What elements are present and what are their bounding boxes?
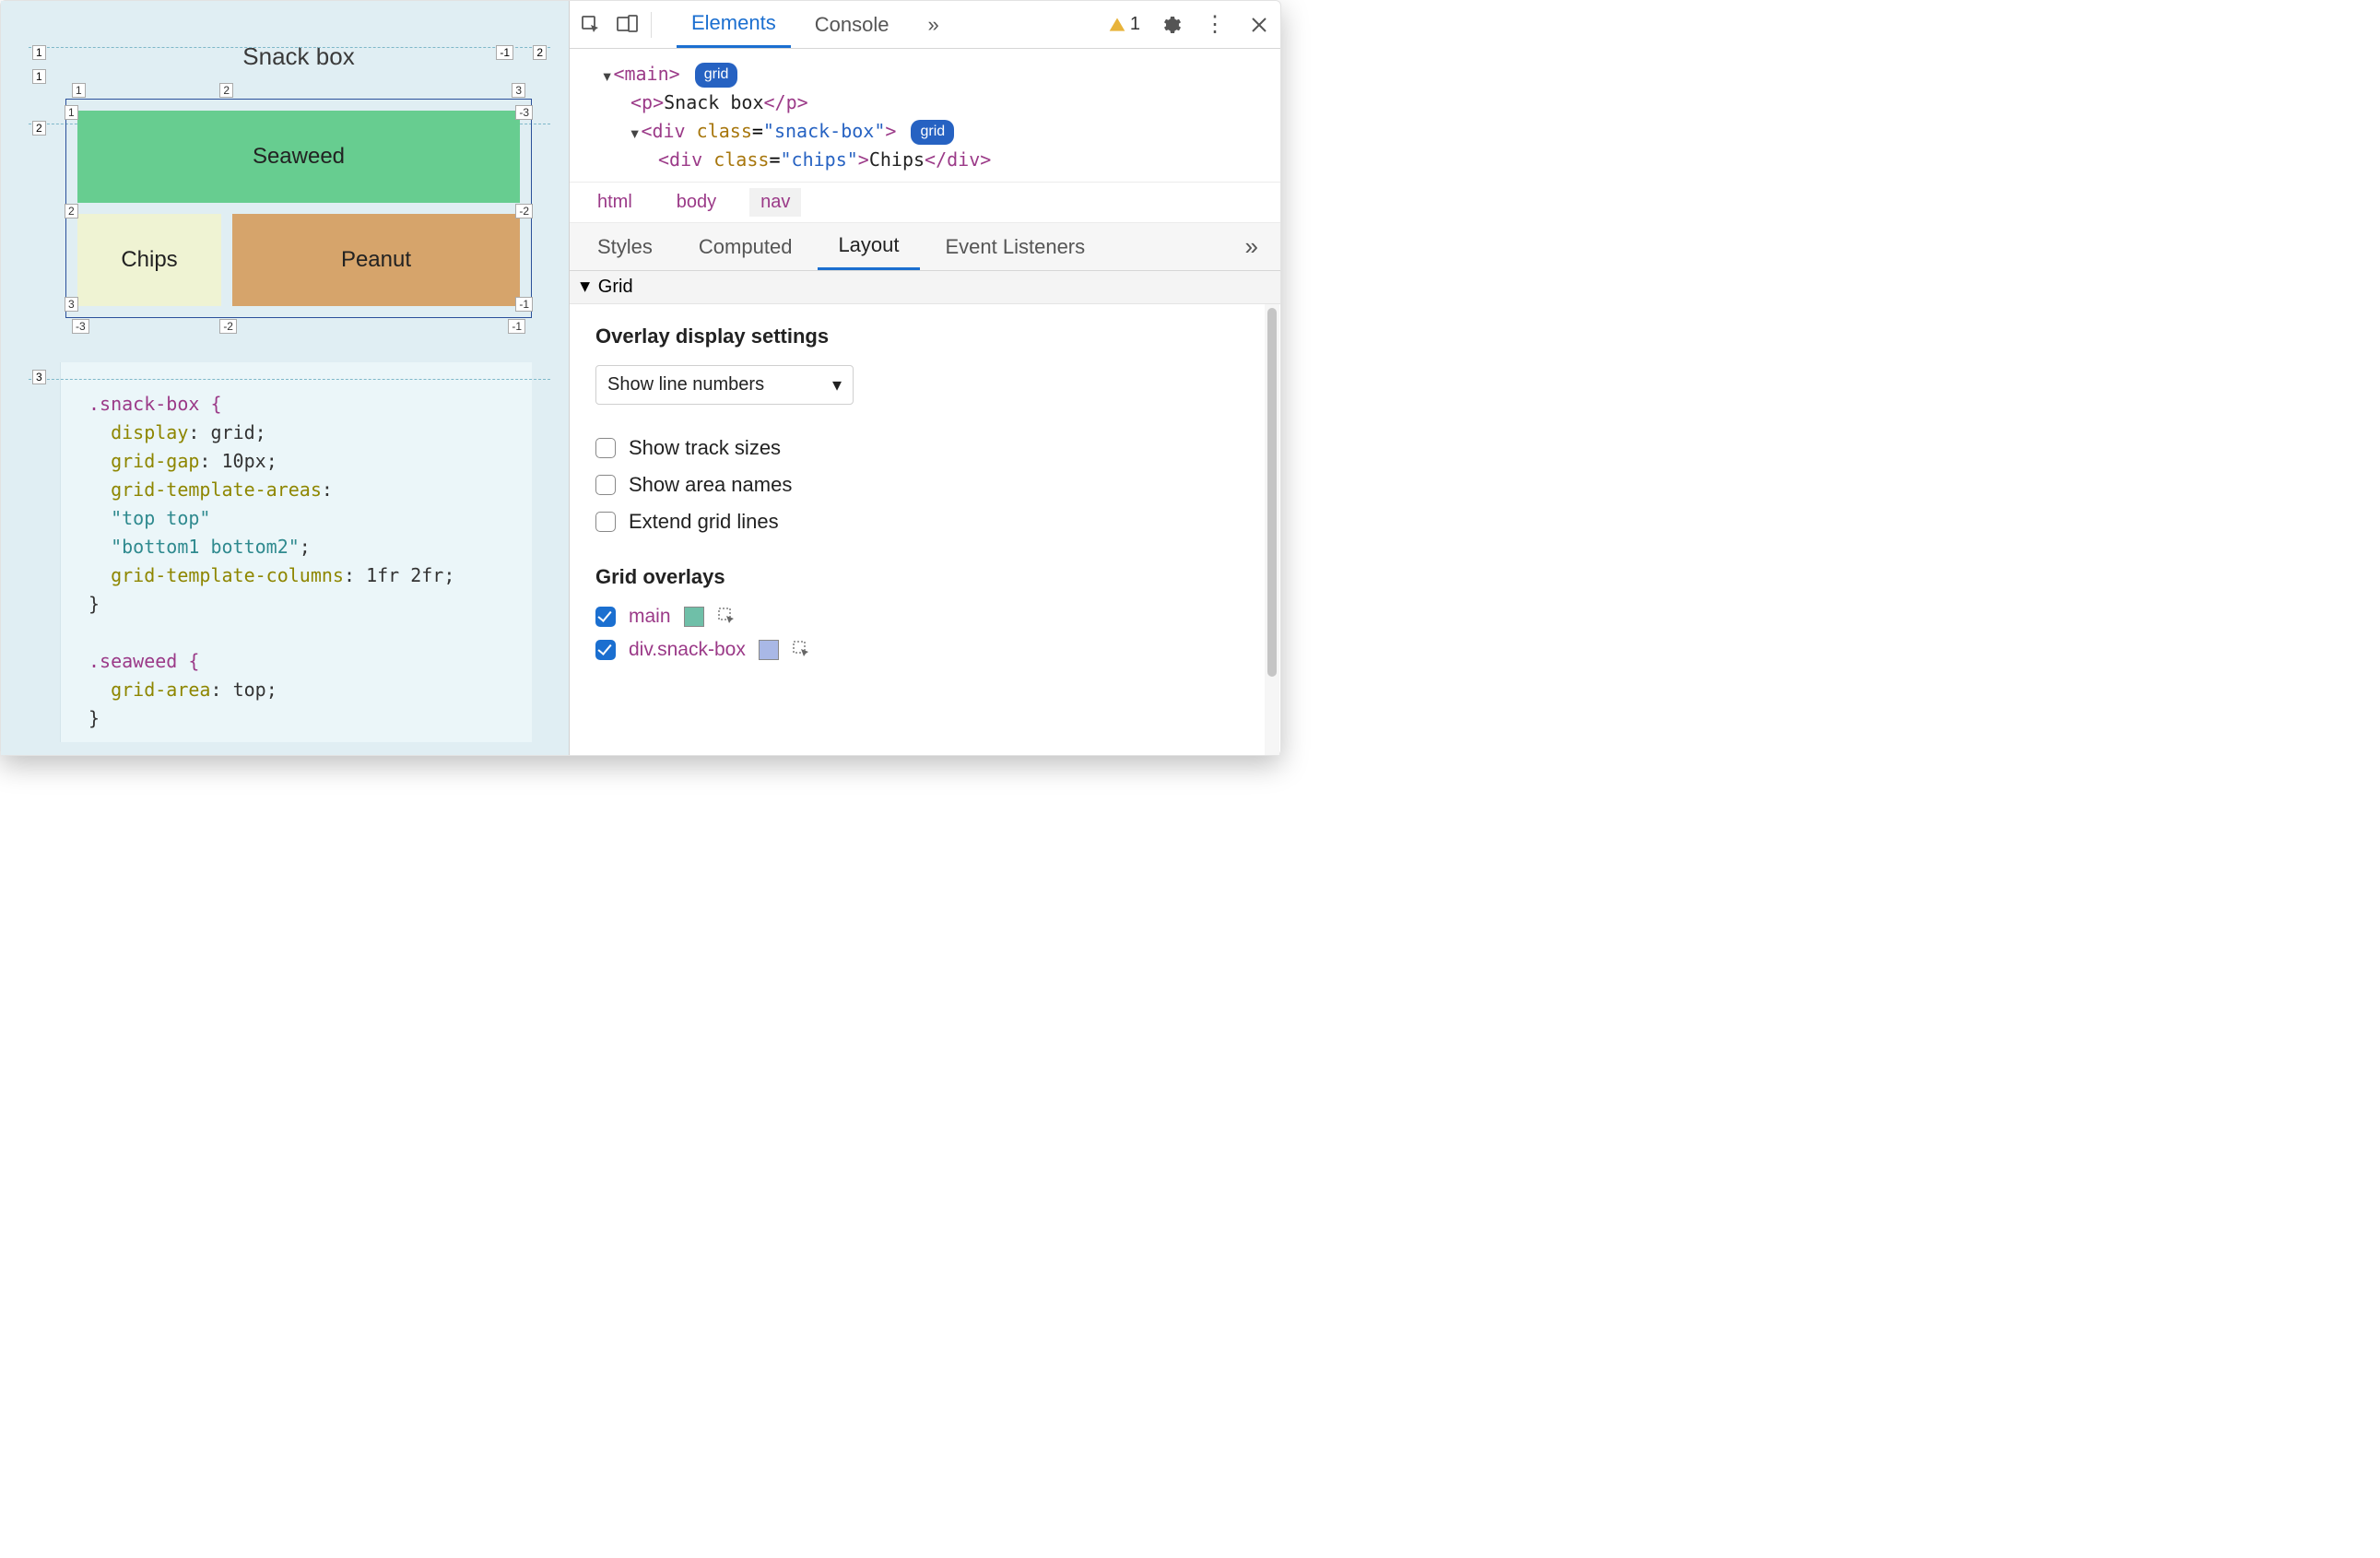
grid-section-header[interactable]: ▶Grid	[570, 271, 1280, 304]
grid-section-title: Grid	[598, 277, 633, 298]
grid-cell-peanut: Peanut	[232, 214, 520, 306]
grid-line-number: 3	[65, 297, 78, 312]
snack-box-grid: 1 2 3 1 2 3 -3 -2 -1 -3 -2 -1 Seaweed Ch…	[65, 99, 532, 318]
grid-overlays-heading: Grid overlays	[595, 565, 1255, 589]
breadcrumb: html body nav	[570, 182, 1280, 223]
subtab-styles[interactable]: Styles	[577, 223, 673, 270]
subtab-layout[interactable]: Layout	[818, 223, 919, 270]
grid-line-number: 2	[219, 83, 233, 98]
breadcrumb-body[interactable]: body	[666, 188, 727, 217]
grid-line-number: 2	[32, 121, 46, 136]
scrollbar[interactable]	[1265, 304, 1279, 755]
tabs-overflow[interactable]: »	[913, 1, 953, 48]
grid-line-number: 2	[65, 204, 78, 218]
grid-line-number: -3	[515, 105, 533, 120]
subtab-event-listeners[interactable]: Event Listeners	[925, 223, 1106, 270]
subtabs-overflow[interactable]: »	[1231, 232, 1273, 261]
css-code-block: .snack-box { display: grid; grid-gap: 10…	[60, 362, 532, 742]
grid-line-number: 3	[512, 83, 525, 98]
grid-line-number: -1	[508, 319, 525, 334]
checkbox-extend-grid-lines[interactable]: Extend grid lines	[595, 510, 1255, 534]
warning-badge[interactable]: 1	[1108, 14, 1140, 35]
grid-line-number: 2	[533, 45, 547, 60]
overlay-settings-heading: Overlay display settings	[595, 325, 1255, 348]
breadcrumb-html[interactable]: html	[586, 188, 643, 217]
checkbox-show-track-sizes[interactable]: Show track sizes	[595, 436, 1255, 460]
warning-count: 1	[1130, 14, 1140, 35]
tab-elements[interactable]: Elements	[677, 1, 791, 48]
grid-line-number: 1	[65, 105, 78, 120]
inspect-icon[interactable]	[577, 11, 605, 39]
grid-cell-chips: Chips	[77, 214, 221, 306]
grid-line-number: 1	[72, 83, 86, 98]
grid-cell-seaweed: Seaweed	[77, 111, 520, 203]
checkbox-icon	[595, 607, 616, 627]
checkbox-show-area-names[interactable]: Show area names	[595, 473, 1255, 497]
grid-line-number: -3	[72, 319, 89, 334]
checkbox-label: Show area names	[629, 473, 792, 497]
overlay-name: div.snack-box	[629, 639, 746, 661]
select-value: Show line numbers	[607, 374, 764, 395]
checkbox-icon	[595, 475, 616, 495]
grid-line-number: -1	[496, 45, 513, 60]
grid-overlay-main[interactable]: main	[595, 606, 1255, 628]
chevron-down-icon: ▾	[832, 373, 842, 396]
checkbox-label: Extend grid lines	[629, 510, 779, 534]
line-numbers-select[interactable]: Show line numbers ▾	[595, 365, 854, 405]
tab-console[interactable]: Console	[800, 1, 904, 48]
devtools-panel: Elements Console » 1 ⋮ ▶<main> grid <p>S…	[569, 1, 1280, 755]
styles-subtabs: Styles Computed Layout Event Listeners »	[570, 223, 1280, 271]
checkbox-icon	[595, 640, 616, 660]
grid-line-number: 1	[32, 45, 46, 60]
subtab-computed[interactable]: Computed	[678, 223, 813, 270]
color-swatch[interactable]	[684, 607, 704, 627]
devtools-tabbar: Elements Console » 1 ⋮	[570, 1, 1280, 49]
highlight-icon[interactable]	[792, 640, 812, 660]
grid-line-number: 3	[32, 370, 46, 384]
highlight-icon[interactable]	[717, 607, 737, 627]
close-icon[interactable]	[1245, 11, 1273, 39]
checkbox-label: Show track sizes	[629, 436, 781, 460]
checkbox-icon	[595, 512, 616, 532]
kebab-menu-icon[interactable]: ⋮	[1201, 11, 1229, 39]
checkbox-icon	[595, 438, 616, 458]
grid-line-number: 1	[32, 69, 46, 84]
grid-line-number: -2	[515, 204, 533, 218]
layout-grid-section: Overlay display settings Show line numbe…	[570, 304, 1280, 755]
overlay-name: main	[629, 606, 671, 628]
device-toggle-icon[interactable]	[614, 11, 642, 39]
grid-line-number: -2	[219, 319, 237, 334]
breadcrumb-nav[interactable]: nav	[749, 188, 801, 217]
dom-tree[interactable]: ▶<main> grid <p>Snack box</p> ▶<div clas…	[570, 49, 1280, 182]
rendered-page: 1 -1 2 1 2 3 Snack box 1 2 3 1 2 3 -3 -2…	[1, 1, 569, 755]
gear-icon[interactable]	[1157, 11, 1184, 39]
grid-overlay-snack-box[interactable]: div.snack-box	[595, 639, 1255, 661]
grid-line-number: -1	[515, 297, 533, 312]
color-swatch[interactable]	[759, 640, 779, 660]
